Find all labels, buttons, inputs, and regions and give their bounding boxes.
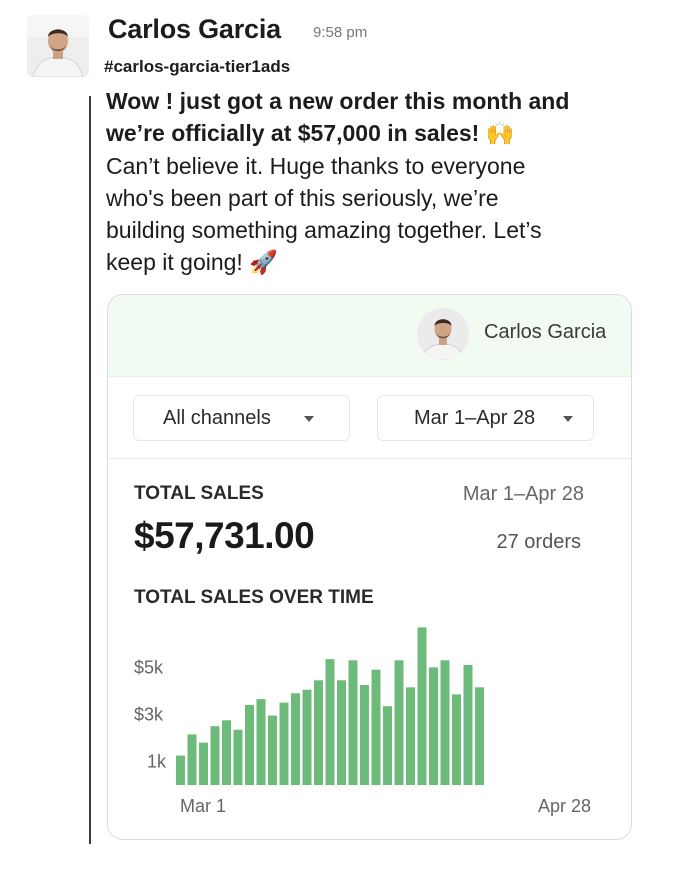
chart-bar [463, 665, 473, 785]
message-line-5: building something amazing together. Let… [106, 217, 542, 243]
chart-bar [452, 694, 461, 785]
chart-bar [371, 669, 381, 785]
message-line-3: Can’t believe it. Huge thanks to everyon… [106, 153, 526, 179]
sales-over-time-label: TOTAL SALES OVER TIME [134, 587, 374, 608]
channel-filter-dropdown[interactable]: All channels [133, 395, 350, 441]
chart-bar [360, 685, 369, 785]
message-line-6: keep it going! 🚀 [106, 246, 666, 279]
y-tick-label: $5k [134, 657, 164, 677]
chart-bar [245, 705, 254, 785]
sales-screenshot-card[interactable]: Carlos Garcia All channels Mar 1–Apr 28 … [107, 294, 632, 840]
chart-bar [291, 693, 300, 785]
channel-filter-label: All channels [163, 407, 271, 429]
chart-bar [475, 687, 484, 785]
divider [108, 458, 631, 459]
chart-bar [256, 699, 266, 785]
chart-bar [302, 689, 312, 785]
chart-bar [417, 627, 427, 785]
chart-bar [394, 660, 404, 785]
date-range-label: Mar 1–Apr 28 [414, 407, 536, 429]
orders-count: 27 orders [496, 531, 582, 553]
total-sales-range: Mar 1–Apr 28 [462, 483, 584, 505]
chart-bar [268, 715, 277, 785]
y-tick-label: 1k [147, 751, 167, 771]
chart-bar [176, 755, 185, 785]
user-photo-icon [27, 15, 89, 77]
chart-bar [406, 687, 415, 785]
chart-bar [325, 659, 335, 785]
chart-bar [279, 702, 289, 785]
message-line-1: Wow ! just got a new order this month an… [106, 88, 570, 114]
caret-down-icon [304, 416, 314, 422]
chart-bar [187, 734, 197, 785]
y-tick-label: $3k [134, 704, 164, 724]
avatar[interactable] [27, 15, 89, 77]
x-tick-label: Mar 1 [180, 796, 226, 816]
raising-hands-icon: 🙌 [485, 121, 515, 147]
message-body: Wow ! just got a new order this month an… [106, 85, 666, 279]
date-range-dropdown[interactable]: Mar 1–Apr 28 [377, 395, 594, 441]
channel-name[interactable]: #carlos-garcia-tier1ads [104, 57, 290, 77]
sales-bar-chart: $5k $3k 1k Mar 1 Apr 28 [134, 627, 591, 816]
x-tick-label: Apr 28 [538, 796, 591, 816]
rocket-icon: 🚀 [249, 250, 278, 276]
message-line-4: who's been part of this seriously, we’re [106, 185, 499, 211]
message-line-2-text: we’re officially at $57,000 in sales! [106, 120, 480, 146]
thread-line [89, 96, 91, 844]
chart-bar [222, 720, 231, 785]
chart-bar [210, 726, 220, 785]
chart-bar [337, 680, 346, 785]
chart-bar [314, 680, 323, 785]
caret-down-icon [563, 416, 573, 422]
total-sales-label: TOTAL SALES [134, 483, 264, 504]
total-sales-value: $57,731.00 [134, 515, 315, 556]
chart-bar [429, 667, 438, 785]
chart-bar [233, 729, 243, 785]
card-avatar [417, 308, 469, 360]
chart-bar [440, 660, 450, 785]
card-header: Carlos Garcia [108, 295, 631, 377]
chart-bar [383, 706, 392, 785]
message-timestamp[interactable]: 9:58 pm [313, 24, 367, 41]
user-photo-icon [417, 308, 469, 360]
chart-bar [348, 660, 358, 785]
author-name[interactable]: Carlos Garcia [108, 14, 281, 45]
card-user-name: Carlos Garcia [484, 321, 607, 343]
message-line-2: we’re officially at $57,000 in sales! 🙌 [106, 117, 666, 150]
chart-bar [199, 742, 208, 785]
message-line-6-text: keep it going! [106, 249, 243, 275]
